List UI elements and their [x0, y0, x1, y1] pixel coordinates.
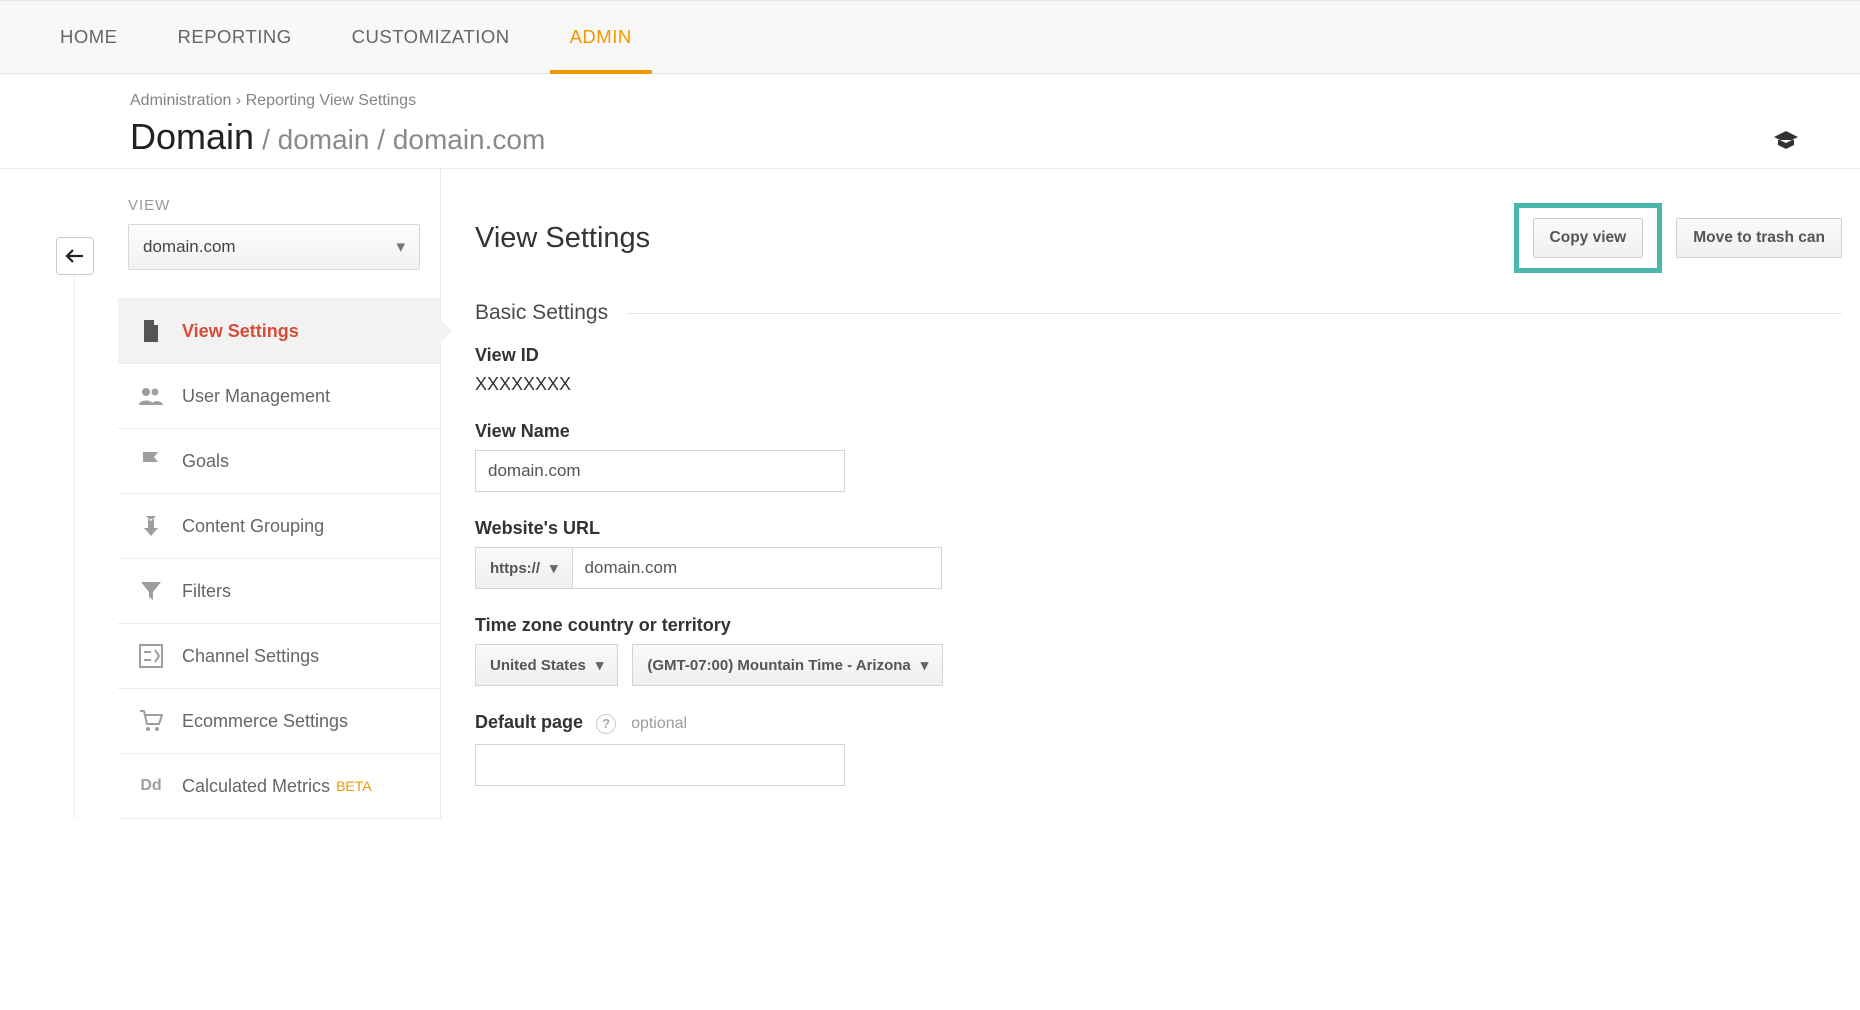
view-name-input[interactable] — [475, 450, 845, 492]
sidebar-item-label: View Settings — [182, 321, 299, 342]
tab-label: CUSTOMIZATION — [352, 26, 510, 48]
top-nav: HOME REPORTING CUSTOMIZATION ADMIN — [0, 0, 1860, 74]
move-to-trash-button[interactable]: Move to trash can — [1676, 218, 1842, 258]
view-selector-value: domain.com — [143, 237, 236, 257]
button-label: Move to trash can — [1693, 229, 1825, 246]
graduation-cap-icon[interactable] — [1772, 125, 1800, 156]
tab-label: REPORTING — [178, 26, 292, 48]
button-label: Copy view — [1550, 229, 1627, 246]
chevron-down-icon: ▾ — [596, 656, 604, 674]
tab-admin[interactable]: ADMIN — [540, 0, 662, 74]
view-id-value: XXXXXXXX — [475, 374, 1860, 395]
page-header: Administration › Reporting View Settings… — [0, 74, 1860, 169]
highlight-box: Copy view — [1514, 203, 1663, 273]
timezone-country-select[interactable]: United States ▾ — [475, 644, 618, 686]
website-url-label: Website's URL — [475, 518, 1860, 539]
page-title: Domain — [130, 116, 254, 158]
sidebar-item-calculated-metrics[interactable]: Dd Calculated Metrics BETA — [118, 754, 440, 818]
tab-label: HOME — [60, 26, 118, 48]
calculated-metrics-icon: Dd — [136, 774, 166, 798]
breadcrumb-item[interactable]: Administration — [130, 92, 231, 109]
sidebar-item-label: User Management — [182, 386, 330, 407]
chevron-down-icon: ▾ — [921, 656, 929, 674]
url-protocol-select[interactable]: https:// ▾ — [475, 547, 572, 589]
page-title-path: / domain / domain.com — [262, 124, 545, 156]
sidebar-item-label: Goals — [182, 451, 229, 472]
timezone-label: Time zone country or territory — [475, 615, 1860, 636]
sidebar-item-label: Content Grouping — [182, 516, 324, 537]
view-selector[interactable]: domain.com ▾ — [128, 224, 420, 270]
cart-icon — [136, 709, 166, 733]
copy-view-button[interactable]: Copy view — [1533, 218, 1644, 258]
sidebar-list: View Settings User Management Goals Cont… — [118, 298, 440, 819]
sidebar-item-user-management[interactable]: User Management — [118, 364, 440, 429]
breadcrumb: Administration › Reporting View Settings — [130, 92, 1820, 110]
sidebar-item-label: Channel Settings — [182, 646, 319, 667]
timezone-zone-value: (GMT-07:00) Mountain Time - Arizona — [647, 657, 910, 674]
main-content: View Settings Copy view Move to trash ca… — [440, 169, 1860, 819]
tab-reporting[interactable]: REPORTING — [148, 0, 322, 74]
tab-customization[interactable]: CUSTOMIZATION — [322, 0, 540, 74]
divider — [626, 313, 1842, 314]
view-name-label: View Name — [475, 421, 1860, 442]
channel-settings-icon — [136, 644, 166, 668]
website-url-input[interactable] — [572, 547, 942, 589]
chevron-down-icon: ▾ — [396, 237, 405, 257]
section-title: Basic Settings — [475, 301, 626, 325]
divider — [74, 275, 75, 819]
url-protocol-value: https:// — [490, 560, 540, 577]
funnel-icon — [136, 579, 166, 603]
tab-label: ADMIN — [570, 26, 632, 48]
view-heading: VIEW — [128, 197, 440, 214]
timezone-zone-select[interactable]: (GMT-07:00) Mountain Time - Arizona ▾ — [632, 644, 943, 686]
sidebar-item-goals[interactable]: Goals — [118, 429, 440, 494]
sidebar-column: VIEW domain.com ▾ View Settings User Man… — [0, 169, 440, 819]
sidebar-item-label: Filters — [182, 581, 231, 602]
breadcrumb-sep: › — [236, 92, 241, 109]
beta-badge: BETA — [336, 778, 372, 794]
optional-text: optional — [631, 715, 687, 732]
default-page-label: Default page ? optional — [475, 712, 687, 732]
main-heading: View Settings — [475, 222, 650, 255]
content-grouping-icon — [136, 514, 166, 538]
sidebar-item-content-grouping[interactable]: Content Grouping — [118, 494, 440, 559]
timezone-country-value: United States — [490, 657, 586, 674]
back-button[interactable] — [56, 237, 94, 275]
flag-icon — [136, 449, 166, 473]
users-icon — [136, 384, 166, 408]
back-arrow-icon — [65, 243, 85, 269]
view-id-label: View ID — [475, 345, 1860, 366]
default-page-input[interactable] — [475, 744, 845, 786]
chevron-down-icon: ▾ — [550, 559, 558, 577]
breadcrumb-item[interactable]: Reporting View Settings — [246, 92, 416, 109]
sidebar-item-filters[interactable]: Filters — [118, 559, 440, 624]
sidebar-item-ecommerce-settings[interactable]: Ecommerce Settings — [118, 689, 440, 754]
tab-home[interactable]: HOME — [30, 0, 148, 74]
sidebar-item-label: Calculated Metrics — [182, 776, 330, 797]
help-icon[interactable]: ? — [596, 714, 616, 734]
sidebar-item-channel-settings[interactable]: Channel Settings — [118, 624, 440, 689]
sidebar-item-view-settings[interactable]: View Settings — [118, 299, 440, 364]
sidebar-item-label: Ecommerce Settings — [182, 711, 348, 732]
section-header: Basic Settings — [475, 301, 1860, 325]
document-icon — [136, 319, 166, 343]
